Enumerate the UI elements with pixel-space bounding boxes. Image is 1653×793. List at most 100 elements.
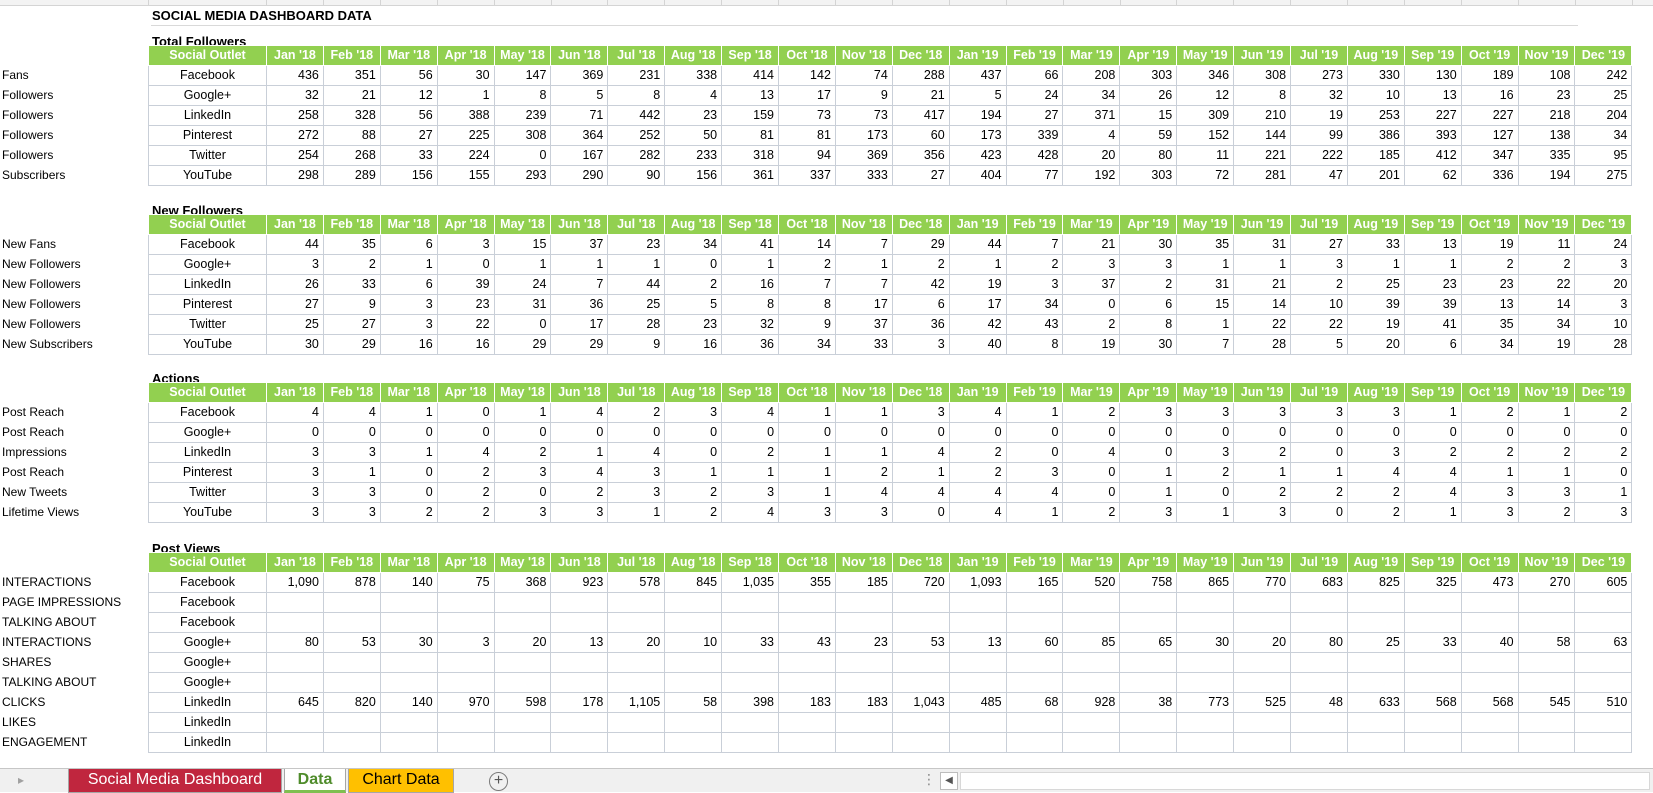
value-cell[interactable]: 282 (607, 145, 666, 166)
header-cell-month[interactable]: Feb '19 (1005, 45, 1064, 66)
value-cell[interactable] (948, 592, 1007, 613)
value-cell[interactable] (778, 612, 836, 633)
value-cell[interactable] (891, 612, 950, 633)
value-cell[interactable]: 20 (1233, 632, 1292, 653)
value-cell[interactable]: 99 (1290, 125, 1348, 146)
value-cell[interactable]: 27 (266, 294, 324, 315)
value-cell[interactable]: 27 (1290, 234, 1348, 255)
value-cell[interactable]: 189 (1460, 65, 1519, 86)
value-cell[interactable]: 0 (493, 422, 552, 443)
value-cell[interactable]: 77 (1005, 165, 1064, 186)
value-cell[interactable]: 368 (493, 572, 552, 593)
value-cell[interactable]: 27 (379, 125, 438, 146)
row-label[interactable]: LIKES (2, 712, 147, 732)
value-cell[interactable]: 4 (1005, 482, 1064, 503)
value-cell[interactable]: 60 (1005, 632, 1064, 653)
value-cell[interactable] (1233, 652, 1292, 673)
outlet-cell[interactable]: YouTube (148, 334, 267, 355)
header-cell-month[interactable]: May '19 (1176, 214, 1235, 235)
value-cell[interactable]: 11 (1517, 234, 1576, 255)
value-cell[interactable]: 758 (1119, 572, 1178, 593)
header-cell-month[interactable]: Jan '18 (266, 214, 324, 235)
value-cell[interactable]: 33 (379, 145, 438, 166)
value-cell[interactable]: 773 (1176, 692, 1235, 713)
value-cell[interactable]: 4 (891, 442, 950, 463)
value-cell[interactable] (322, 732, 381, 753)
value-cell[interactable]: 3 (1574, 502, 1633, 523)
value-cell[interactable] (436, 672, 495, 693)
value-cell[interactable]: 39 (436, 274, 495, 295)
value-cell[interactable] (1005, 652, 1064, 673)
outlet-cell[interactable]: Google+ (148, 672, 267, 693)
value-cell[interactable] (1574, 652, 1633, 673)
value-cell[interactable] (1460, 652, 1519, 673)
value-cell[interactable]: 0 (266, 422, 324, 443)
value-cell[interactable] (607, 592, 666, 613)
value-cell[interactable]: 3 (436, 632, 495, 653)
header-cell-month[interactable]: Apr '19 (1119, 214, 1178, 235)
value-cell[interactable]: 4 (948, 482, 1007, 503)
value-cell[interactable]: 2 (1346, 502, 1405, 523)
value-cell[interactable]: 1,090 (266, 572, 324, 593)
header-cell-month[interactable]: Jul '18 (607, 552, 666, 573)
value-cell[interactable]: 6 (891, 294, 950, 315)
value-cell[interactable]: 2 (664, 274, 723, 295)
value-cell[interactable]: 3 (607, 482, 666, 503)
value-cell[interactable]: 178 (550, 692, 609, 713)
value-cell[interactable]: 24 (1574, 234, 1633, 255)
outlet-cell[interactable]: Google+ (148, 85, 267, 106)
value-cell[interactable]: 4 (948, 502, 1007, 523)
value-cell[interactable] (379, 592, 438, 613)
value-cell[interactable]: 1 (1460, 462, 1519, 483)
value-cell[interactable] (1290, 672, 1348, 693)
value-cell[interactable]: 825 (1346, 572, 1405, 593)
value-cell[interactable]: 3 (1460, 482, 1519, 503)
value-cell[interactable]: 3 (1176, 402, 1235, 423)
value-cell[interactable]: 1 (550, 442, 609, 463)
value-cell[interactable]: 183 (834, 692, 893, 713)
value-cell[interactable] (1233, 612, 1292, 633)
outlet-cell[interactable]: Google+ (148, 632, 267, 653)
value-cell[interactable]: 3 (1346, 402, 1405, 423)
value-cell[interactable]: 272 (266, 125, 324, 146)
value-cell[interactable]: 308 (493, 125, 552, 146)
value-cell[interactable]: 1 (1403, 502, 1462, 523)
value-cell[interactable]: 2 (1062, 402, 1121, 423)
value-cell[interactable]: 2 (1517, 502, 1576, 523)
value-cell[interactable] (1517, 652, 1576, 673)
value-cell[interactable]: 1 (322, 462, 381, 483)
value-cell[interactable]: 335 (1517, 145, 1576, 166)
value-cell[interactable]: 13 (550, 632, 609, 653)
value-cell[interactable]: 1 (834, 402, 893, 423)
value-cell[interactable]: 364 (550, 125, 609, 146)
value-cell[interactable]: 0 (664, 254, 723, 275)
value-cell[interactable]: 0 (1574, 422, 1633, 443)
value-cell[interactable]: 140 (379, 692, 438, 713)
value-cell[interactable] (721, 732, 780, 753)
value-cell[interactable]: 167 (550, 145, 609, 166)
value-cell[interactable]: 2 (436, 482, 495, 503)
value-cell[interactable]: 338 (664, 65, 723, 86)
value-cell[interactable]: 37 (834, 314, 893, 335)
value-cell[interactable]: 0 (778, 422, 836, 443)
value-cell[interactable]: 473 (1460, 572, 1519, 593)
value-cell[interactable]: 63 (1574, 632, 1633, 653)
value-cell[interactable]: 22 (1290, 314, 1348, 335)
value-cell[interactable]: 36 (891, 314, 950, 335)
value-cell[interactable]: 142 (778, 65, 836, 86)
value-cell[interactable]: 0 (1460, 422, 1519, 443)
value-cell[interactable]: 7 (834, 274, 893, 295)
header-cell-month[interactable]: Aug '18 (664, 382, 723, 403)
value-cell[interactable]: 2 (948, 462, 1007, 483)
header-cell-month[interactable]: Feb '19 (1005, 552, 1064, 573)
value-cell[interactable]: 94 (778, 145, 836, 166)
header-cell-month[interactable]: Nov '18 (834, 214, 893, 235)
value-cell[interactable]: 58 (1517, 632, 1576, 653)
row-label[interactable]: New Tweets (2, 482, 147, 502)
value-cell[interactable]: 6 (379, 274, 438, 295)
header-cell-month[interactable]: Jul '19 (1290, 45, 1348, 66)
header-cell-month[interactable]: Jul '19 (1290, 382, 1348, 403)
value-cell[interactable] (379, 652, 438, 673)
value-cell[interactable]: 155 (436, 165, 495, 186)
value-cell[interactable]: 13 (1460, 294, 1519, 315)
